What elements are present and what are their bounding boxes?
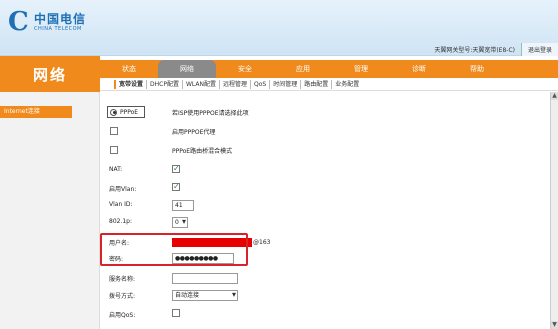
main-nav: 状态 网络 安全 应用 管理 诊断 帮助	[100, 60, 558, 78]
model-bar: 天翼网关型号:天翼宽带(E8-C) 退出登录	[434, 42, 558, 56]
section-title: 网络	[0, 56, 100, 92]
sidebar-item-internet[interactable]: Internet连接	[0, 106, 72, 118]
vlan-enable-checkbox[interactable]	[172, 182, 180, 191]
qos-checkbox[interactable]	[172, 309, 180, 317]
vertical-scrollbar[interactable]: ▲ ▼	[550, 92, 558, 329]
subtab-wlan[interactable]: WLAN配置	[181, 79, 219, 89]
qos-label: 启用QoS:	[109, 312, 136, 319]
tab-application[interactable]: 应用	[274, 60, 332, 78]
service-name-row: 服务名称:	[100, 272, 550, 286]
vlan-enable-row: 启用Vlan:	[100, 182, 550, 196]
sidebar: Internet连接	[0, 92, 100, 329]
nat-label: NAT:	[109, 166, 123, 173]
header: C 中国电信 CHINA TELECOM 天翼网关型号:天翼宽带(E8-C) 退…	[0, 0, 558, 56]
dot1p-select[interactable]: 0	[172, 217, 188, 228]
subtab-remote[interactable]: 远程管理	[218, 79, 250, 89]
tab-security[interactable]: 安全	[216, 60, 274, 78]
dial-mode-select[interactable]: 自动连接	[172, 290, 238, 301]
pppoe-radio[interactable]	[110, 108, 117, 116]
dot1p-label: 802.1p:	[109, 218, 133, 225]
settings-form: PPPoE 若ISP使用PPPOE请选择此项 启用PPPOE代理 PPPoE路由…	[100, 92, 550, 329]
pppoe-row: PPPoE 若ISP使用PPPOE请选择此项	[100, 106, 550, 120]
tab-network[interactable]: 网络	[158, 60, 216, 78]
pppoe-proxy-row: 启用PPPOE代理	[100, 125, 550, 139]
subtab-routing[interactable]: 路由配置	[300, 79, 331, 89]
service-name-input[interactable]	[172, 273, 238, 284]
tab-help[interactable]: 帮助	[448, 60, 506, 78]
nat-checkbox[interactable]	[172, 164, 180, 173]
logout-button[interactable]: 退出登录	[520, 42, 558, 56]
subtab-qos[interactable]: QoS	[250, 79, 269, 89]
pppoe-radio-box[interactable]: PPPoE	[107, 106, 145, 118]
tab-management[interactable]: 管理	[332, 60, 390, 78]
pppoe-proxy-desc: 启用PPPOE代理	[172, 129, 216, 136]
subtab-broadband[interactable]: 宽带设置	[114, 79, 146, 89]
subtab-dhcp[interactable]: DHCP配置	[146, 79, 182, 89]
bridge-mode-checkbox[interactable]	[110, 146, 118, 154]
dial-mode-label: 拨号方式:	[109, 293, 136, 300]
scroll-up-icon[interactable]: ▲	[551, 92, 558, 100]
logo-en-text: CHINA TELECOM	[34, 26, 82, 32]
dot1p-row: 802.1p: 0	[100, 216, 550, 230]
vlan-enable-label: 启用Vlan:	[109, 186, 137, 193]
dial-mode-row: 拨号方式: 自动连接	[100, 289, 550, 303]
logo-cn-text: 中国电信	[34, 12, 87, 26]
china-telecom-logo: C 中国电信 CHINA TELECOM	[6, 4, 86, 46]
tab-diagnostics[interactable]: 诊断	[390, 60, 448, 78]
service-name-label: 服务名称:	[109, 276, 136, 283]
nat-row: NAT:	[100, 164, 550, 178]
username-suffix: @163	[253, 239, 271, 246]
qos-row: 启用QoS:	[100, 308, 550, 322]
vlan-id-input[interactable]: 41	[172, 200, 194, 211]
scroll-down-icon[interactable]: ▼	[551, 321, 558, 329]
vlan-id-label: Vlan ID:	[109, 201, 133, 208]
pppoe-proxy-checkbox[interactable]	[110, 127, 118, 135]
subtab-service[interactable]: 业务配置	[331, 79, 362, 89]
pppoe-label: PPPoE	[120, 108, 139, 116]
tab-status[interactable]: 状态	[100, 60, 158, 78]
gateway-model: 天翼网关型号:天翼宽带(E8-C)	[434, 46, 515, 54]
subtab-time[interactable]: 时间管理	[269, 79, 300, 89]
bridge-mode-row: PPPoE路由桥混合模式	[100, 144, 550, 158]
bridge-mode-desc: PPPoE路由桥混合模式	[172, 148, 233, 155]
vlan-id-row: Vlan ID: 41	[100, 199, 550, 213]
pppoe-desc: 若ISP使用PPPOE请选择此项	[172, 110, 249, 117]
telecom-logo-icon: C	[8, 7, 29, 37]
credentials-highlight-box	[100, 233, 248, 266]
sub-nav: 宽带设置 DHCP配置 WLAN配置 远程管理 QoS 时间管理 路由配置 业务…	[100, 78, 558, 91]
